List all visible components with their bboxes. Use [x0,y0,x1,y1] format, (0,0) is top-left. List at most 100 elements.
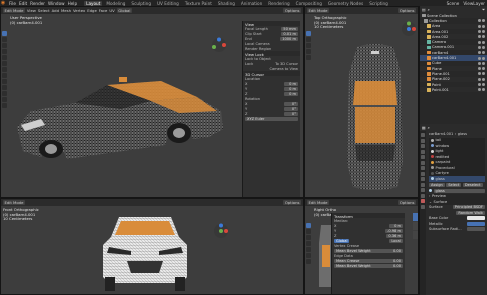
focal-field[interactable]: 50 mm [281,26,298,31]
median-z-field[interactable]: 0.36 m [386,233,403,238]
camera-icon[interactable] [482,40,485,44]
tab-scripting[interactable]: Scripting [367,1,390,6]
lock-3d-cursor-checkbox[interactable]: To 3D Cursor [275,62,298,66]
menu-edit[interactable]: Edit [19,1,27,6]
move-tool-icon[interactable] [2,43,7,48]
filter-icon[interactable]: ⏷ [482,7,485,12]
navigation-gizmo[interactable] [401,21,417,37]
tool-tab-icon[interactable] [421,133,425,137]
annotate-tool-icon[interactable] [2,67,7,72]
cursor-x-field[interactable]: 0 m [284,81,298,86]
mean-bevel2-field[interactable]: Mean Bevel Weight 0.00 [334,263,403,268]
outliner-display-mode-icon[interactable]: ▤ [422,7,426,12]
deselect-button[interactable]: Deselect [462,183,483,188]
menu-vertex[interactable]: Vertex [73,8,85,13]
scale-tool-icon[interactable] [2,55,7,60]
transform-tool-icon[interactable] [2,61,7,66]
transform-tool-icon[interactable] [306,253,311,258]
bevel-tool-icon[interactable] [2,91,7,96]
menu-view[interactable]: View [27,8,36,13]
output-tab-icon[interactable] [421,144,425,148]
loopcut-tool-icon[interactable] [2,97,7,102]
options-button[interactable]: Options [398,200,416,205]
select-tool-icon[interactable] [306,223,311,228]
tab-compositing[interactable]: Compositing [294,1,324,6]
eye-icon[interactable] [477,83,481,86]
move-tool-icon[interactable] [306,43,311,48]
subsurface-field[interactable] [467,227,485,232]
camera-to-view-checkbox[interactable]: Camera to View [269,67,298,71]
rotate-tool-icon[interactable] [306,241,311,246]
material-tab-icon[interactable] [421,199,425,203]
tab-animation[interactable]: Animation [239,1,264,6]
eye-icon[interactable] [477,19,481,23]
mode-selector[interactable]: Edit Mode [3,8,25,13]
eye-icon[interactable] [477,88,481,92]
mode-selector[interactable]: Edit Mode [3,200,25,205]
measure-tool-icon[interactable] [2,73,7,78]
scene-selector[interactable]: Scene [447,1,460,6]
rot-z-field[interactable]: 0° [284,111,298,116]
outliner-search-icon[interactable]: ⌕ [428,7,430,12]
particles-tab-icon[interactable] [421,177,425,181]
cursor-tool-icon[interactable] [306,37,311,42]
tab-view[interactable] [413,231,418,239]
camera-icon[interactable] [482,30,485,34]
local-toggle[interactable]: Local [389,238,403,243]
cursor-tool-icon[interactable] [306,229,311,234]
rot-y-field[interactable]: 0° [284,106,298,111]
tab-sculpting[interactable]: Sculpting [129,1,153,6]
rot-x-field[interactable]: 0° [284,101,298,106]
select-button[interactable]: Select [446,183,462,188]
cursor-tool-icon[interactable] [2,37,7,42]
tab-tool[interactable] [413,222,418,230]
view-layer-selector[interactable]: ViewLayer [463,1,485,6]
viewport-perspective[interactable]: Edit Mode View Select Add Mesh Vertex Ed… [0,6,304,198]
eye-icon[interactable] [477,30,481,34]
knife-tool-icon[interactable] [2,103,7,108]
navigation-gizmo[interactable] [213,223,229,239]
options-button[interactable]: Options [283,8,301,13]
camera-icon[interactable] [482,61,485,65]
camera-icon[interactable] [482,72,485,76]
view-layer-tab-icon[interactable] [421,149,425,154]
scale-tool-icon[interactable] [306,55,311,60]
menu-edge[interactable]: Edge [87,8,97,13]
material-slot-active[interactable]: glass [429,176,485,182]
render-region-checkbox[interactable]: Render Region [245,47,271,51]
eye-icon[interactable] [477,67,481,71]
viewport-front-ortho[interactable]: Edit Mode Options Front Orthographic (0)… [0,198,304,295]
car-wireframe-perspective[interactable] [11,67,226,177]
scene-tab-icon[interactable] [421,155,425,159]
menu-select[interactable]: Select [38,8,50,13]
mode-selector[interactable]: Edit Mode [307,8,329,13]
data-tab-icon[interactable] [421,193,425,198]
assign-button[interactable]: Assign [429,183,445,188]
object-tab-icon[interactable] [421,166,425,170]
viewport-side-ortho[interactable]: Edit Mode Options Right Ortho (0) carBar… [304,198,419,295]
eye-icon[interactable] [477,61,481,65]
camera-icon[interactable] [482,77,485,81]
cursor-y-field[interactable]: 0 m [284,86,298,91]
global-toggle[interactable]: Global [334,238,350,243]
rotation-mode-dropdown[interactable]: XYZ Euler [245,116,298,121]
options-button[interactable]: Options [283,200,301,205]
tab-rendering[interactable]: Rendering [266,1,291,6]
clip-start-field[interactable]: 0.01 m [281,31,298,36]
camera-icon[interactable] [482,56,485,60]
eye-icon[interactable] [477,56,481,60]
inset-tool-icon[interactable] [2,85,7,90]
metallic-field[interactable] [467,221,485,226]
rotate-tool-icon[interactable] [306,49,311,54]
subsurface-method-dropdown[interactable]: Random Walk [456,210,485,215]
menu-add[interactable]: Add [52,8,59,13]
camera-icon[interactable] [482,83,485,86]
eye-icon[interactable] [477,51,481,55]
camera-icon[interactable] [482,24,485,28]
tab-layout[interactable]: Layout [84,0,103,6]
properties-icon[interactable]: ▦ [422,125,426,130]
properties-search-icon[interactable]: ⌕ [428,125,430,130]
mean-crease-field[interactable]: Mean Crease 0.00 [334,258,403,263]
menu-help[interactable]: Help [68,1,78,6]
car-wireframe-top[interactable] [343,43,407,193]
